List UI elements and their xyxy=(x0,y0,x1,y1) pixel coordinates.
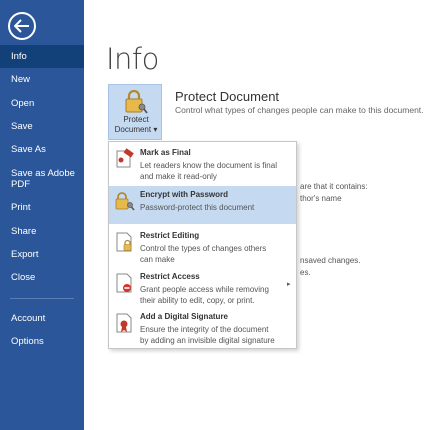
versions-fragment-2: es. xyxy=(300,268,311,277)
menu-item-title: Restrict Access xyxy=(140,272,200,281)
submenu-arrow-icon: ▸ xyxy=(287,281,291,288)
lock-key-icon xyxy=(125,89,148,114)
menu-item-title: Mark as Final xyxy=(140,148,191,157)
sidebar-item-info[interactable]: Info xyxy=(0,45,84,69)
backstage-nav: Info New Open Save Save As Save as Adobe… xyxy=(0,45,84,353)
sidebar-item-print[interactable]: Print xyxy=(0,196,84,219)
restrict-access-icon xyxy=(116,273,132,293)
lock-key-icon xyxy=(115,192,135,211)
sidebar-item-save-as-pdf[interactable]: Save as Adobe PDF xyxy=(0,161,84,196)
sidebar-divider xyxy=(10,297,74,299)
inspect-fragment-2: thor's name xyxy=(300,194,342,203)
menu-item-desc-line: and make it read-only xyxy=(140,172,217,181)
protect-button-label-1: Protect xyxy=(123,115,149,124)
menu-item-desc-line: can make xyxy=(140,255,175,264)
sidebar-item-account[interactable]: Account xyxy=(0,307,84,330)
sidebar-item-save-as[interactable]: Save As xyxy=(0,138,84,161)
menu-item-desc-line: Control the types of changes others xyxy=(140,244,267,253)
back-button[interactable] xyxy=(8,12,36,40)
sidebar-item-new[interactable]: New xyxy=(0,68,84,91)
sidebar-item-close[interactable]: Close xyxy=(0,266,84,289)
protect-button-label-2: Document ▾ xyxy=(114,125,158,134)
menu-item-desc-line: their ability to edit, copy, or print. xyxy=(140,296,255,305)
menu-item-title: Encrypt with Password xyxy=(140,190,229,199)
menu-item-desc-line: Ensure the integrity of the document xyxy=(140,325,269,334)
menu-item-title: Add a Digital Signature xyxy=(140,312,229,321)
restrict-editing-icon xyxy=(116,232,132,252)
sidebar-item-export[interactable]: Export xyxy=(0,243,84,266)
digital-signature-icon xyxy=(116,313,132,333)
protect-document-button[interactable]: Protect Document ▾ xyxy=(108,84,162,140)
versions-fragment-1: nsaved changes. xyxy=(300,256,361,265)
back-arrow-icon xyxy=(14,19,29,33)
protect-section-title: Protect Document xyxy=(175,89,280,104)
menu-item-desc-line: Password-protect this document xyxy=(140,203,255,212)
menu-item-title: Restrict Editing xyxy=(140,231,200,240)
sidebar-item-options[interactable]: Options xyxy=(0,330,84,353)
menu-item-restrict-editing[interactable]: Restrict Editing Control the types of ch… xyxy=(109,227,296,267)
sidebar-item-share[interactable]: Share xyxy=(0,220,84,243)
protect-document-menu: Mark as Final Let readers know the docum… xyxy=(108,141,297,349)
menu-item-desc-line: Let readers know the document is final xyxy=(140,161,277,170)
sidebar-item-save[interactable]: Save xyxy=(0,115,84,138)
menu-item-encrypt-with-password[interactable]: Encrypt with Password Password-protect t… xyxy=(109,186,296,224)
mark-final-icon xyxy=(116,148,134,168)
menu-item-desc-line: by adding an invisible digital signature xyxy=(140,336,275,345)
menu-item-add-digital-signature[interactable]: Add a Digital Signature Ensure the integ… xyxy=(109,308,296,348)
backstage-sidebar: Info New Open Save Save As Save as Adobe… xyxy=(0,0,84,430)
sidebar-item-open[interactable]: Open xyxy=(0,92,84,115)
menu-item-desc-line: Grant people access while removing xyxy=(140,285,269,294)
protect-section-description: Control what types of changes people can… xyxy=(175,105,424,115)
page-title: Info xyxy=(106,42,159,76)
menu-item-mark-as-final[interactable]: Mark as Final Let readers know the docum… xyxy=(109,144,296,184)
inspect-fragment-1: are that it contains: xyxy=(300,182,368,191)
menu-item-restrict-access[interactable]: Restrict Access Grant people access whil… xyxy=(109,268,296,308)
